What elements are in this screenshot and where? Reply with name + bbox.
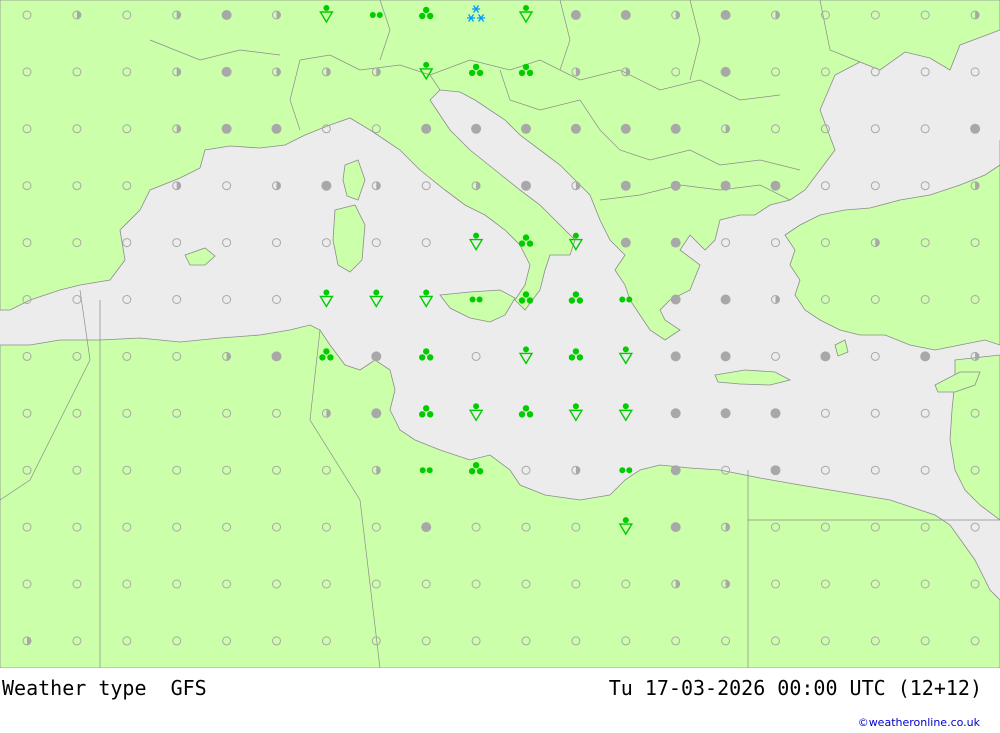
overcast-symbol — [720, 294, 731, 305]
map-title: Weather type GFS — [2, 676, 207, 700]
overcast-symbol — [421, 123, 432, 134]
overcast-symbol — [371, 351, 382, 362]
credit-link[interactable]: ©weatheronline.co.uk — [858, 716, 980, 729]
overcast-symbol — [770, 180, 781, 191]
overcast-symbol — [620, 180, 631, 191]
overcast-symbol — [770, 465, 781, 476]
overcast-symbol — [720, 66, 731, 77]
overcast-symbol — [670, 237, 681, 248]
overcast-symbol — [670, 180, 681, 191]
overcast-symbol — [970, 123, 981, 134]
island-sardinia — [332, 204, 366, 273]
overcast-symbol — [521, 123, 531, 134]
overcast-symbol — [271, 123, 282, 134]
overcast-symbol — [670, 294, 681, 305]
overcast-symbol — [221, 10, 232, 20]
overcast-symbol — [670, 123, 681, 134]
overcast-symbol — [570, 10, 581, 20]
overcast-symbol — [720, 180, 731, 191]
overcast-symbol — [720, 408, 731, 419]
overcast-symbol — [421, 522, 432, 533]
overcast-symbol — [720, 10, 731, 20]
overcast-symbol — [371, 408, 382, 419]
overcast-symbol — [670, 522, 681, 533]
overcast-symbol — [770, 408, 781, 419]
overcast-symbol — [521, 180, 531, 191]
overcast-symbol — [620, 123, 631, 134]
overcast-symbol — [670, 465, 681, 476]
overcast-symbol — [570, 123, 581, 134]
overcast-symbol — [720, 351, 731, 362]
valid-time: Tu 17-03-2026 00:00 UTC (12+12) — [608, 676, 982, 700]
overcast-symbol — [920, 351, 931, 362]
overcast-symbol — [221, 66, 232, 77]
overcast-symbol — [271, 351, 282, 362]
overcast-symbol — [620, 10, 631, 20]
overcast-symbol — [221, 123, 232, 134]
overcast-symbol — [670, 351, 681, 362]
overcast-symbol — [820, 351, 831, 362]
overcast-symbol — [670, 408, 681, 419]
overcast-symbol — [620, 237, 631, 248]
overcast-symbol — [321, 180, 332, 191]
overcast-symbol — [471, 123, 482, 134]
weather-map — [0, 0, 1000, 668]
